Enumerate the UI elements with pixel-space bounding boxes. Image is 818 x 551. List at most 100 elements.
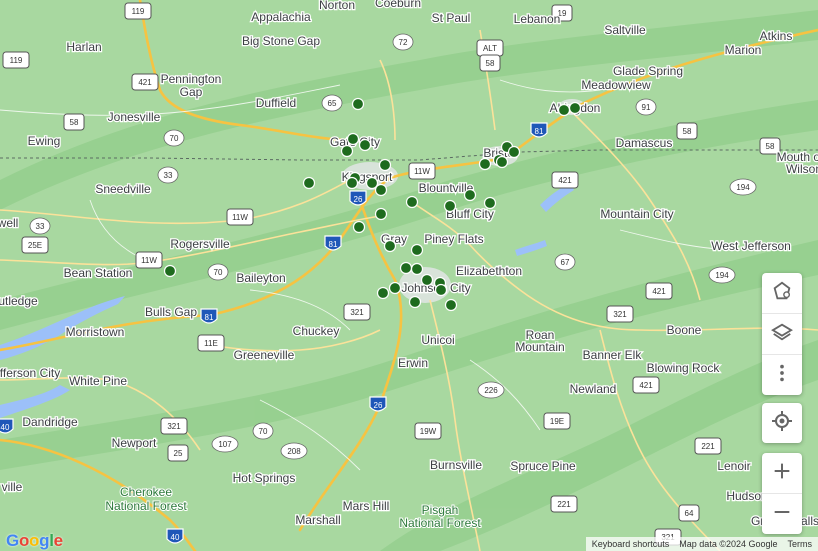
location-marker[interactable] (399, 261, 413, 275)
more-options-button[interactable] (762, 354, 802, 395)
place-label: Harlan (66, 40, 101, 54)
place-label: ville (2, 480, 23, 494)
place-label: White Pine (69, 374, 127, 388)
place-label: Elizabethton (456, 264, 522, 278)
place-label: well (0, 216, 18, 230)
location-marker[interactable] (410, 243, 424, 257)
location-marker[interactable] (351, 97, 365, 111)
park-label: National Forest (105, 499, 187, 513)
terms-link[interactable]: Terms (788, 539, 813, 549)
highway-shield: 26 (349, 190, 367, 206)
location-marker[interactable] (340, 144, 354, 158)
place-label: Dandridge (22, 415, 78, 429)
highway-shield-label: 70 (259, 427, 268, 436)
highway-shield-label: 119 (132, 7, 145, 16)
place-label: Meadowview (581, 78, 651, 92)
location-marker[interactable] (302, 176, 316, 190)
place-label: Glade Spring (613, 64, 683, 78)
place-label: Appalachia (251, 10, 311, 24)
place-label: Piney Flats (424, 232, 483, 246)
location-marker[interactable] (507, 145, 521, 159)
layers-button[interactable] (762, 313, 802, 354)
highway-shield-label: ALT (483, 44, 497, 53)
highway-shield: 194 (708, 266, 736, 284)
map-tools (762, 273, 802, 395)
location-marker[interactable] (374, 183, 388, 197)
place-label: Coeburn (375, 0, 421, 10)
highway-shield-label: 221 (557, 500, 571, 509)
place-label: Bean Station (64, 266, 133, 280)
highway-shield-label: 194 (736, 183, 750, 192)
highway-shield: 70 (207, 263, 229, 281)
place-label: Norton (319, 0, 355, 12)
my-location-icon (770, 409, 794, 438)
my-location-button[interactable] (762, 403, 802, 443)
highway-shield-label: 91 (642, 103, 651, 112)
location-marker[interactable] (478, 157, 492, 171)
location-marker[interactable] (408, 295, 422, 309)
highway-shield: 221 (694, 437, 722, 455)
place-label: Wilson (786, 162, 818, 176)
place-label: Mountain City (600, 207, 673, 221)
highway-shield-label: 119 (10, 56, 23, 65)
location-marker[interactable] (405, 195, 419, 209)
street-view-button[interactable] (762, 273, 802, 313)
location-marker[interactable] (345, 176, 359, 190)
zoom-out-icon (771, 501, 793, 528)
place-label: Marshall (295, 513, 340, 527)
location-marker[interactable] (420, 273, 434, 287)
location-marker[interactable] (352, 220, 366, 234)
highway-shield-label: 67 (561, 258, 570, 267)
location-marker[interactable] (163, 264, 177, 278)
highway-shield-label: 11W (232, 213, 248, 222)
location-marker[interactable] (358, 138, 372, 152)
highway-shield-label: 70 (214, 268, 223, 277)
google-logo[interactable]: Google (6, 531, 63, 551)
zoom-in-icon (771, 460, 793, 487)
place-label: Blowing Rock (647, 361, 721, 375)
highway-shield-label: 33 (36, 222, 45, 231)
place-label: Lebanon (514, 12, 561, 26)
highway-shield-label: 58 (486, 59, 495, 68)
location-marker[interactable] (557, 103, 571, 117)
place-label: Hot Springs (233, 471, 296, 485)
highway-shield-label: 321 (167, 422, 181, 431)
location-marker[interactable] (463, 188, 477, 202)
location-marker[interactable] (346, 132, 360, 146)
zoom-in-button[interactable] (762, 453, 802, 493)
highway-shield: 70 (163, 129, 185, 147)
location-marker[interactable] (374, 207, 388, 221)
highway-shield-label: 26 (374, 401, 383, 410)
location-marker[interactable] (568, 101, 582, 115)
location-marker[interactable] (443, 199, 457, 213)
highway-shield: 421 (131, 73, 159, 91)
highway-shield: 65 (321, 94, 343, 112)
highway-shield: 321 (160, 417, 188, 435)
place-label: Saltville (604, 23, 646, 37)
zoom-out-button[interactable] (762, 493, 802, 534)
highway-shield-label: 58 (70, 118, 79, 127)
place-label: Banner Elk (583, 348, 643, 362)
location-marker[interactable] (444, 298, 458, 312)
place-label: Damascus (616, 136, 673, 150)
park-label: Pisgah (422, 503, 459, 517)
map-canvas[interactable]: 11911942172ALT5819587065 9181 585811W42119… (0, 0, 818, 551)
highway-shield: 11W (408, 162, 436, 180)
highway-shield-label: 421 (558, 176, 572, 185)
location-marker[interactable] (383, 239, 397, 253)
highway-shield-label: 58 (683, 127, 692, 136)
highway-shield: 208 (280, 442, 308, 460)
location-marker[interactable] (388, 281, 402, 295)
location-marker[interactable] (434, 283, 448, 297)
location-marker[interactable] (495, 155, 509, 169)
location-marker[interactable] (483, 196, 497, 210)
highway-shield-label: 11W (141, 256, 157, 265)
keyboard-shortcuts-link[interactable]: Keyboard shortcuts (592, 539, 670, 549)
street-view-icon (771, 280, 793, 307)
place-label: Boone (667, 323, 702, 337)
place-label: fferson City (0, 366, 60, 380)
location-marker[interactable] (376, 286, 390, 300)
location-marker[interactable] (410, 262, 424, 276)
location-marker[interactable] (378, 158, 392, 172)
place-label: Jonesville (108, 110, 161, 124)
